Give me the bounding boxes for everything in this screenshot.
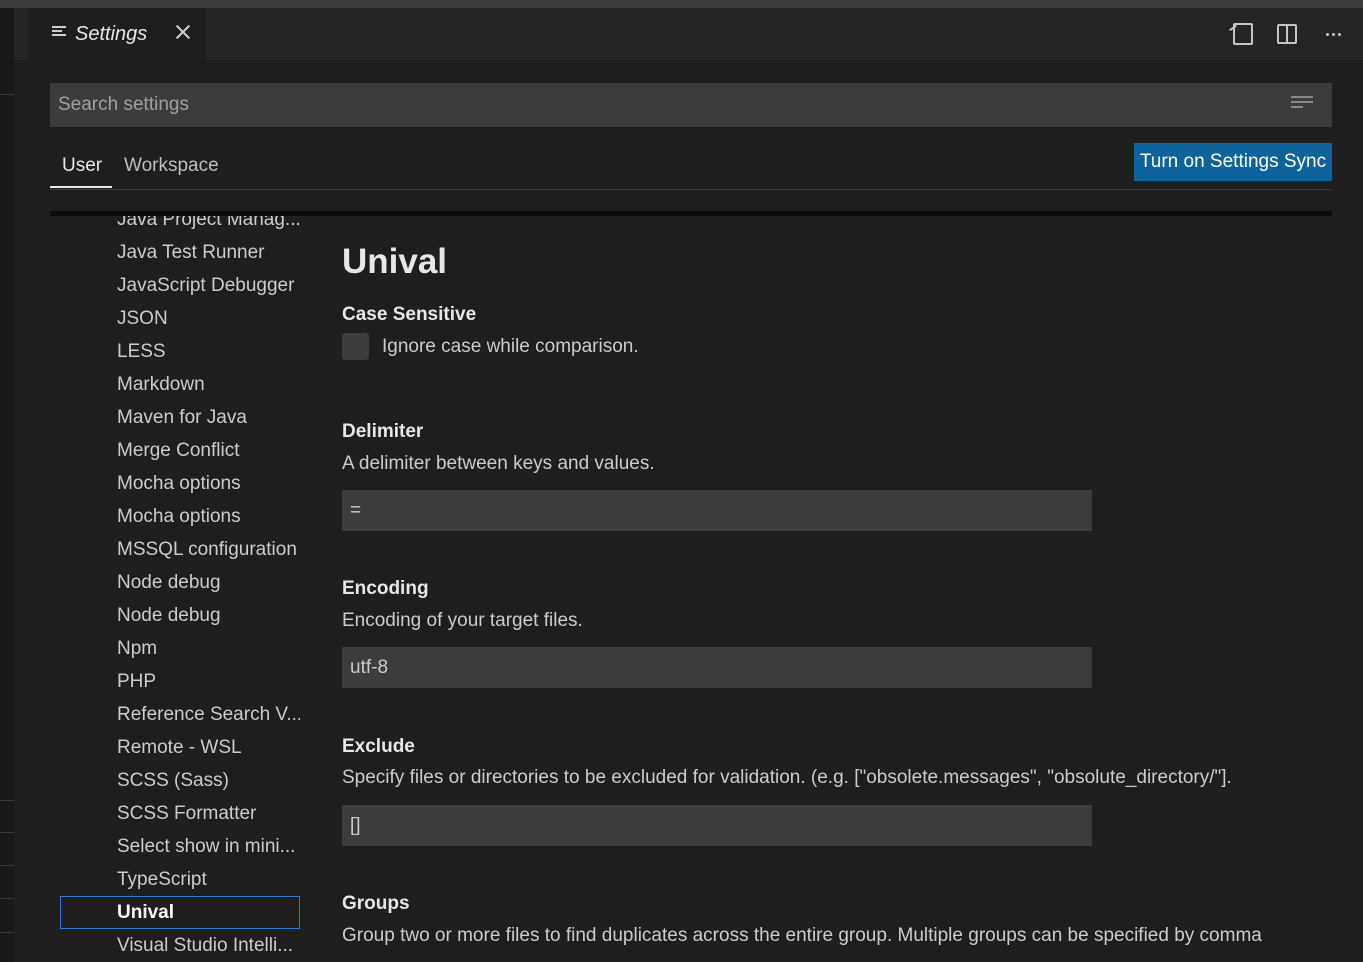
toc-item[interactable]: LESS: [60, 335, 300, 368]
search-input[interactable]: [50, 83, 1332, 127]
toc-item[interactable]: Mocha options: [60, 467, 300, 500]
setting-title-exclude: Exclude: [342, 736, 415, 757]
case-sensitive-label[interactable]: Ignore case while comparison.: [382, 336, 639, 358]
more-actions-icon[interactable]: [1321, 22, 1345, 46]
section-title: Unival: [342, 242, 448, 281]
toc-item[interactable]: Reference Search V...: [60, 698, 300, 731]
toc-item[interactable]: JSON: [60, 302, 300, 335]
toc-item[interactable]: Merge Conflict: [60, 434, 300, 467]
open-settings-json-icon[interactable]: [1233, 23, 1253, 45]
toc-item-active[interactable]: Unival: [60, 896, 300, 929]
setting-title-delimiter: Delimiter: [342, 421, 424, 442]
case-sensitive-checkbox[interactable]: [342, 333, 369, 360]
activity-bar-edge: [0, 8, 14, 962]
settings-content: Unival Case Sensitive Ignore case while …: [342, 216, 1342, 962]
setting-title-groups: Groups: [342, 893, 410, 914]
toc-item[interactable]: Select show in mini...: [60, 830, 300, 863]
editor-actions: [1233, 22, 1345, 46]
setting-title-case-sensitive: Case Sensitive: [342, 304, 477, 325]
setting-desc-encoding: Encoding of your target files.: [342, 610, 583, 631]
turn-on-settings-sync-button[interactable]: Turn on Settings Sync: [1134, 143, 1332, 181]
setting-desc-delimiter: A delimiter between keys and values.: [342, 453, 655, 474]
tab-label: Settings: [75, 23, 148, 45]
active-tab-indicator: [50, 186, 112, 188]
toc-item[interactable]: Remote - WSL: [60, 731, 300, 764]
toc-item[interactable]: SCSS (Sass): [60, 764, 300, 797]
split-editor-icon[interactable]: [1277, 24, 1297, 44]
tab-user[interactable]: User: [62, 155, 102, 177]
editor-tab-bar: Settings: [14, 8, 1363, 60]
toc-item[interactable]: Java Test Runner: [60, 236, 300, 269]
toc-item[interactable]: Visual Studio Intelli...: [60, 929, 300, 962]
setting-desc-exclude: Specify files or directories to be exclu…: [342, 767, 1232, 788]
list-icon: [52, 26, 66, 40]
toc-item[interactable]: Npm: [60, 632, 300, 665]
toc-item[interactable]: Maven for Java: [60, 401, 300, 434]
tab-workspace[interactable]: Workspace: [124, 155, 219, 177]
toc-item[interactable]: Java Project Manag...: [60, 203, 300, 236]
title-bar-strip: [0, 0, 1363, 8]
delimiter-input[interactable]: [342, 490, 1092, 531]
encoding-input[interactable]: [342, 647, 1092, 688]
toc-item[interactable]: Node debug: [60, 599, 300, 632]
toc-item[interactable]: Markdown: [60, 368, 300, 401]
setting-title-encoding: Encoding: [342, 578, 429, 599]
settings-tab[interactable]: Settings: [28, 8, 206, 60]
toc-item[interactable]: MSSQL configuration: [60, 533, 300, 566]
setting-desc-groups: Group two or more files to find duplicat…: [342, 925, 1262, 946]
clear-filter-icon[interactable]: [1291, 96, 1313, 112]
tabs-divider: [50, 189, 1332, 190]
exclude-input[interactable]: [342, 805, 1092, 846]
toc-item[interactable]: PHP: [60, 665, 300, 698]
toc-item[interactable]: SCSS Formatter: [60, 797, 300, 830]
toc-item[interactable]: Mocha options: [60, 500, 300, 533]
toc-item[interactable]: JavaScript Debugger: [60, 269, 300, 302]
settings-toc: Java Project Manag... Java Test Runner Jav…: [60, 203, 300, 962]
toc-item[interactable]: Node debug: [60, 566, 300, 599]
toc-item[interactable]: TypeScript: [60, 863, 300, 896]
close-icon[interactable]: [172, 21, 194, 43]
